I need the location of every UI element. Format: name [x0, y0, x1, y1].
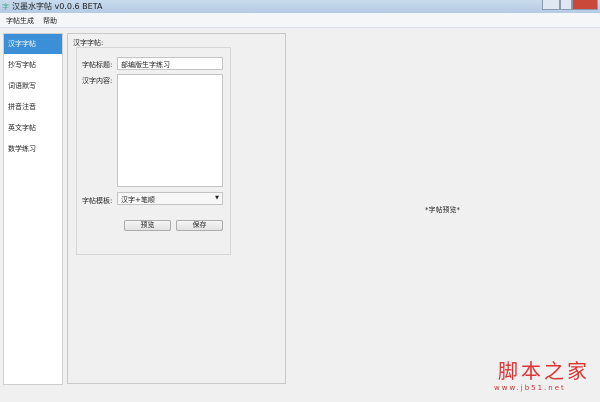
menu-help[interactable]: 帮助 — [43, 16, 57, 26]
sidebar-item-copy[interactable]: 抄写字帖 — [4, 55, 62, 75]
preview-placeholder: *字帖预览* — [425, 206, 460, 214]
save-button[interactable]: 保存 — [176, 220, 223, 231]
sidebar: 汉字字帖 抄写字帖 词语默写 拼音注音 英文字帖 数学练习 — [3, 33, 63, 385]
chevron-down-icon: ▼ — [215, 195, 219, 201]
maximize-button[interactable] — [560, 0, 572, 10]
sidebar-item-english[interactable]: 英文字帖 — [4, 118, 62, 138]
sidebar-item-dictation[interactable]: 词语默写 — [4, 76, 62, 96]
watermark-logo: 脚本之家 — [498, 359, 590, 383]
close-button[interactable] — [572, 0, 598, 10]
sidebar-item-pinyin[interactable]: 拼音注音 — [4, 97, 62, 117]
title-bar: 字 汉墨水字帖 v0.0.6 BETA — [0, 0, 600, 13]
template-label: 字帖模板: — [82, 197, 113, 205]
content-textarea[interactable] — [117, 74, 223, 187]
window-title: 汉墨水字帖 v0.0.6 BETA — [12, 2, 103, 11]
watermark-url: www.jb51.net — [494, 384, 566, 392]
menu-bar: 字帖生成 帮助 — [0, 13, 600, 28]
template-value: 汉字+笔顺 — [121, 196, 155, 204]
app-icon: 字 — [2, 3, 9, 11]
menu-generate[interactable]: 字帖生成 — [6, 16, 34, 26]
minimize-button[interactable] — [542, 0, 560, 10]
sidebar-item-hanzi[interactable]: 汉字字帖 — [4, 34, 62, 54]
preview-button[interactable]: 预览 — [124, 220, 171, 231]
sidebar-item-math[interactable]: 数学练习 — [4, 139, 62, 159]
title-input[interactable]: 部编版生字练习 — [117, 57, 223, 70]
content-label: 汉字内容: — [82, 77, 113, 85]
template-select[interactable]: 汉字+笔顺 ▼ — [117, 192, 223, 205]
title-label: 字帖标题: — [82, 61, 113, 69]
